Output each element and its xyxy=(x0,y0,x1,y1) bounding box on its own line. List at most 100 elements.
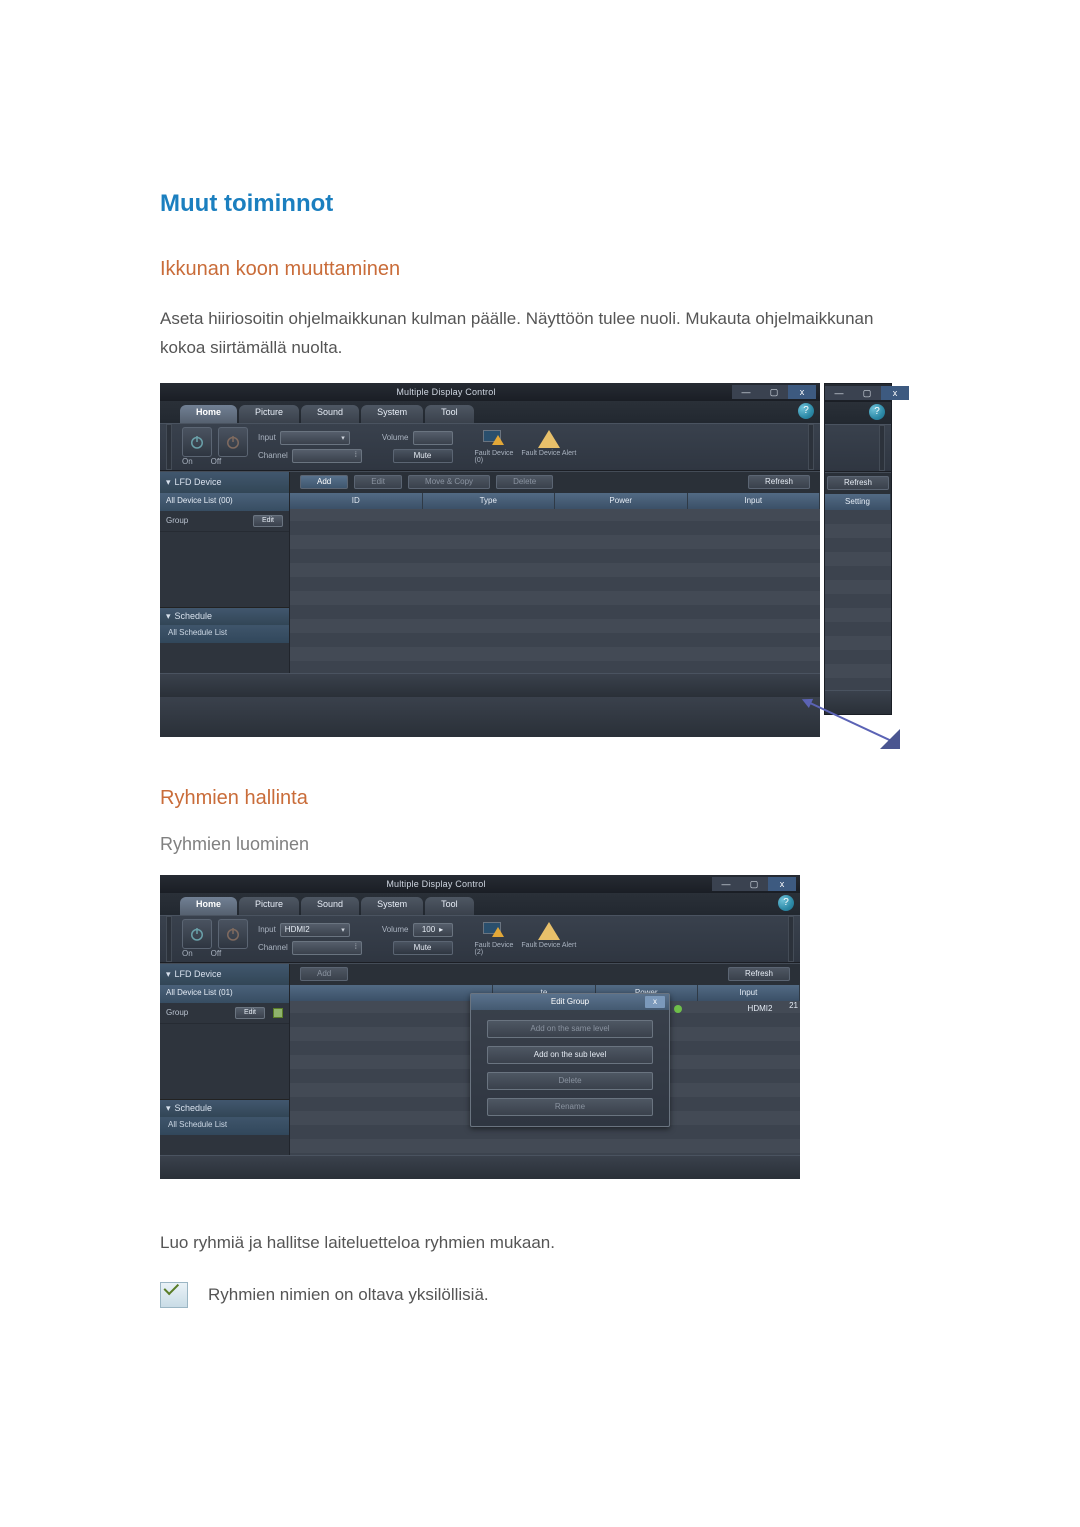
refresh-button[interactable]: Refresh xyxy=(728,967,790,981)
channel-select[interactable]: ⁞ xyxy=(292,449,362,463)
delete-button[interactable]: Delete xyxy=(496,475,553,489)
dialog-delete-button[interactable]: Delete xyxy=(487,1072,653,1090)
col-setting[interactable]: Setting xyxy=(825,494,891,510)
window-maximize[interactable]: ▢ xyxy=(760,385,788,399)
all-device-list[interactable]: All Device List (01) xyxy=(160,985,289,1003)
power-on-button[interactable] xyxy=(182,919,212,949)
window-maximize[interactable]: ▢ xyxy=(740,877,768,891)
group-edit-button[interactable]: Edit xyxy=(235,1007,265,1019)
detached-panel: — ▢ x ? Refresh Setting xyxy=(824,383,892,715)
sidebar-group-row[interactable]: Group Edit xyxy=(160,511,289,532)
checkbox-icon[interactable] xyxy=(273,1008,283,1018)
group-label: Group xyxy=(166,516,188,525)
ribbon-handle-left[interactable] xyxy=(166,424,172,470)
tab-system[interactable]: System xyxy=(361,897,423,915)
status-bar xyxy=(160,673,820,697)
rename-button[interactable]: Rename xyxy=(487,1098,653,1116)
chevron-down-icon: ▾ xyxy=(166,969,171,980)
volume-spinner[interactable]: 100▸ xyxy=(413,923,453,937)
refresh-button[interactable]: Refresh xyxy=(748,475,810,489)
tab-home[interactable]: Home xyxy=(180,897,237,915)
tab-picture[interactable]: Picture xyxy=(239,897,299,915)
fault-alert-icon xyxy=(538,430,560,448)
ribbon-handle-right[interactable] xyxy=(808,424,814,470)
stepper-icon: ⁞ xyxy=(355,944,357,951)
edit-button[interactable]: Edit xyxy=(354,475,402,489)
fault-alert-label: Fault Device Alert xyxy=(521,450,576,457)
col-type[interactable]: Type xyxy=(423,493,556,509)
refresh-button[interactable]: Refresh xyxy=(827,476,889,490)
all-schedule-list[interactable]: All Schedule List xyxy=(160,1117,289,1135)
help-icon[interactable]: ? xyxy=(869,404,885,420)
channel-select[interactable]: ⁞ xyxy=(292,941,362,955)
col-input[interactable]: Input xyxy=(688,493,821,509)
power-off-button[interactable] xyxy=(218,427,248,457)
all-schedule-list[interactable]: All Schedule List xyxy=(160,625,289,643)
sidebar-section-lfd[interactable]: ▾ LFD Device xyxy=(160,964,290,985)
window-minimize[interactable]: — xyxy=(712,877,740,891)
stepper-icon: ⁞ xyxy=(355,452,357,459)
col-input[interactable]: Input xyxy=(698,985,800,1001)
note-icon xyxy=(160,1282,188,1308)
ribbon-handle-right[interactable] xyxy=(788,916,794,962)
channel-label: Channel xyxy=(258,943,288,952)
window-minimize[interactable]: — xyxy=(732,385,760,399)
resize-paragraph: Aseta hiiriosoitin ohjelmaikkunan kulman… xyxy=(160,305,920,363)
ribbon-handle-left[interactable] xyxy=(166,916,172,962)
screenshot-groups: Multiple Display Control — ▢ x Home Pict… xyxy=(160,875,800,1179)
add-button[interactable]: Add xyxy=(300,967,348,981)
input-select[interactable]: HDMI2▾ xyxy=(280,923,350,937)
group-edit-button[interactable]: Edit xyxy=(253,515,283,527)
col-id[interactable]: ID xyxy=(290,493,423,509)
table-header: ID Type Power Input xyxy=(290,493,820,509)
mute-button[interactable]: Mute xyxy=(393,449,453,463)
sidebar-section-lfd[interactable]: ▾ LFD Device xyxy=(160,472,290,493)
power-on-button[interactable] xyxy=(182,427,212,457)
ribbon-handle-right[interactable] xyxy=(879,425,885,471)
fault-device-label: Fault Device(2) xyxy=(475,942,514,956)
input-select[interactable]: ▾ xyxy=(280,431,350,445)
heading-main: Muut toiminnot xyxy=(160,190,920,218)
dialog-close[interactable]: x xyxy=(645,996,665,1008)
tab-system[interactable]: System xyxy=(361,405,423,423)
tab-sound[interactable]: Sound xyxy=(301,405,359,423)
fault-alert-icon xyxy=(538,922,560,940)
edit-group-dialog: Edit Group x Add on the same level Add o… xyxy=(470,993,670,1127)
add-button[interactable]: Add xyxy=(300,475,348,489)
panel-status-bar xyxy=(825,690,891,714)
volume-label: Volume xyxy=(382,925,409,934)
heading-create-groups: Ryhmien luominen xyxy=(160,834,920,855)
add-sub-level-button[interactable]: Add on the sub level xyxy=(487,1046,653,1064)
power-off-button[interactable] xyxy=(218,919,248,949)
tab-tool[interactable]: Tool xyxy=(425,405,474,423)
tab-picture[interactable]: Picture xyxy=(239,405,299,423)
power-icon xyxy=(224,925,242,943)
tab-tool[interactable]: Tool xyxy=(425,897,474,915)
input-label: Input xyxy=(258,433,276,442)
window-close[interactable]: x xyxy=(788,385,816,399)
volume-spinner[interactable] xyxy=(413,431,453,445)
window-close[interactable]: x xyxy=(768,877,796,891)
row-count: 21 xyxy=(789,1001,798,1010)
resize-corner-icon xyxy=(880,729,900,749)
window-title: Multiple Display Control xyxy=(160,387,732,397)
volume-label: Volume xyxy=(382,433,409,442)
mute-button[interactable]: Mute xyxy=(393,941,453,955)
tab-sound[interactable]: Sound xyxy=(301,897,359,915)
help-icon[interactable]: ? xyxy=(798,403,814,419)
help-icon[interactable]: ? xyxy=(778,895,794,911)
chevron-right-icon: ▸ xyxy=(439,925,443,934)
status-bar xyxy=(160,1155,800,1179)
sidebar-section-schedule[interactable]: ▾ Schedule xyxy=(160,607,289,625)
all-device-list[interactable]: All Device List (00) xyxy=(160,493,289,511)
input-cell: HDMI2 xyxy=(720,1004,800,1013)
move-copy-button[interactable]: Move & Copy xyxy=(408,475,490,489)
sidebar-section-schedule[interactable]: ▾ Schedule xyxy=(160,1099,289,1117)
col-power[interactable]: Power xyxy=(555,493,688,509)
add-same-level-button[interactable]: Add on the same level xyxy=(487,1020,653,1038)
panel-maximize[interactable]: ▢ xyxy=(853,386,881,400)
tab-home[interactable]: Home xyxy=(180,405,237,423)
panel-minimize[interactable]: — xyxy=(825,386,853,400)
panel-close[interactable]: x xyxy=(881,386,909,400)
sidebar-group-row[interactable]: Group Edit xyxy=(160,1003,289,1024)
